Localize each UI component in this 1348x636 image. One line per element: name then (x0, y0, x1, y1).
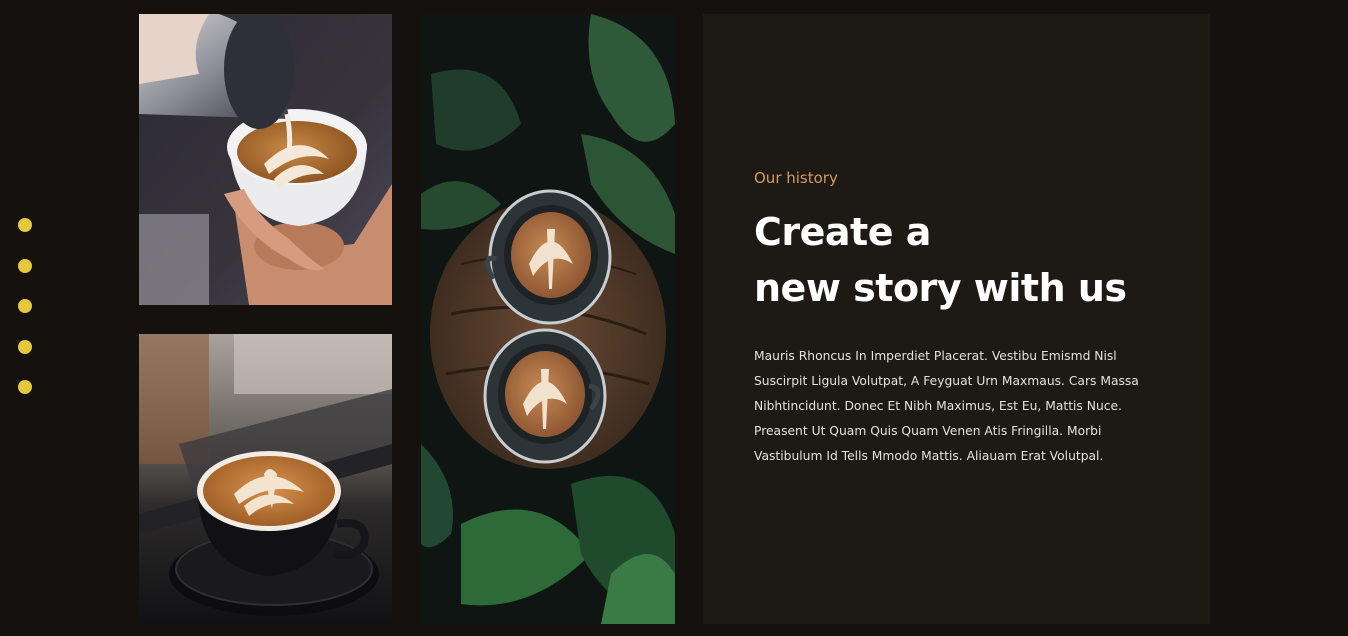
carousel-indicators (18, 218, 32, 421)
carousel-dot-2[interactable] (18, 258, 32, 273)
section-headline: Create a new story with us (754, 204, 1127, 316)
history-panel: Our history Create a new story with us M… (703, 14, 1210, 624)
headline-line-2: new story with us (754, 266, 1127, 310)
gallery-photo-two-lattes (421, 14, 675, 624)
gallery-photo-pour (139, 14, 392, 305)
carousel-dot-5[interactable] (18, 380, 32, 394)
headline-line-1: Create a (754, 210, 931, 254)
gallery-photo-black-cup (139, 334, 392, 624)
section-body: Mauris Rhoncus In Imperdiet Placerat. Ve… (754, 349, 1139, 463)
carousel-dot-1[interactable] (18, 218, 32, 232)
section-eyebrow: Our history (754, 169, 838, 187)
carousel-dot-3[interactable] (18, 299, 32, 313)
carousel-dot-4[interactable] (18, 339, 32, 354)
